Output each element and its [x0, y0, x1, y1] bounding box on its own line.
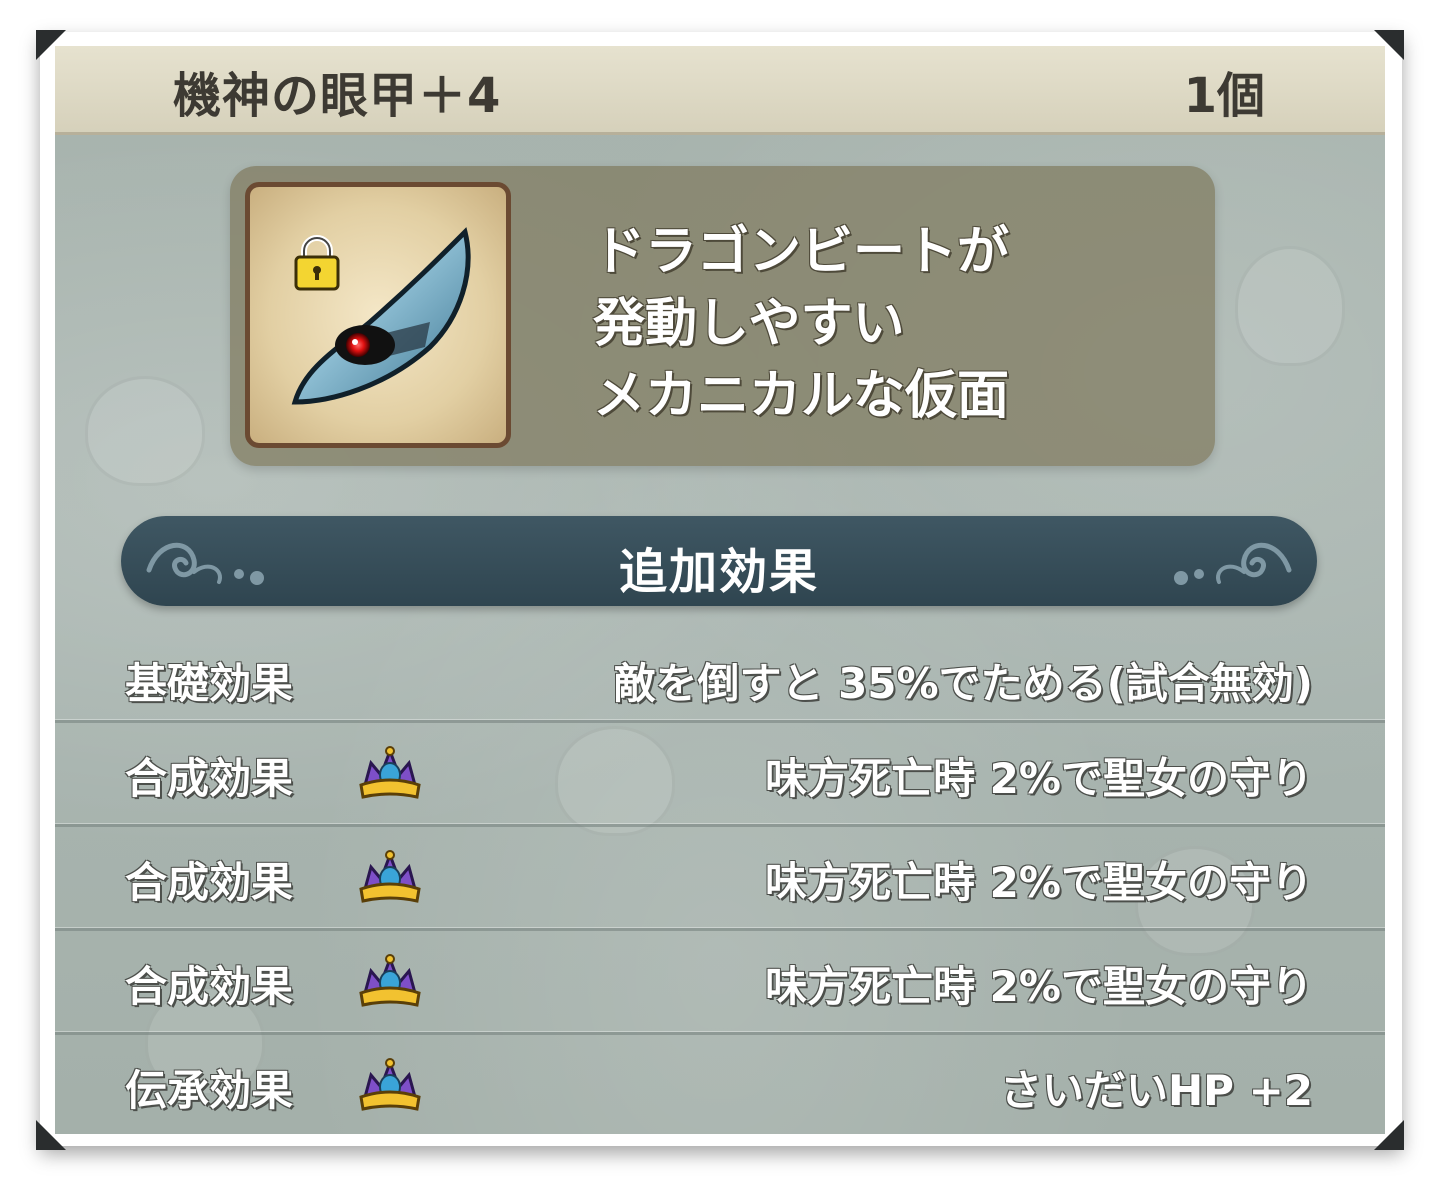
effect-row-synthesis: 合成効果 味方死亡時 2%で聖女の守り	[55, 720, 1385, 823]
description-line: ドラゴンビートが	[593, 222, 1010, 282]
item-count: 1個	[1183, 68, 1265, 124]
effect-row-base: 基礎効果 敵を倒すと 35%でためる(試合無効)	[55, 628, 1385, 728]
effect-row-inheritance: 伝承効果 さいだいHP +2	[55, 1032, 1385, 1134]
additional-effects-header: 追加効果	[121, 516, 1317, 606]
description-line: 発動しやすい	[593, 294, 905, 354]
effect-value: さいだいHP +2	[1000, 1066, 1313, 1115]
effect-label: 基礎効果	[125, 659, 294, 708]
background-decoration	[85, 376, 205, 486]
crown-icon	[359, 746, 421, 799]
effect-value: 味方死亡時 2%で聖女の守り	[765, 858, 1313, 907]
crown-icon	[359, 1058, 421, 1111]
description-line: メカニカルな仮面	[593, 366, 1010, 426]
flourish-right-icon	[1174, 542, 1292, 585]
effect-label: 合成効果	[125, 754, 294, 803]
effect-row-synthesis: 合成効果 味方死亡時 2%で聖女の守り	[55, 824, 1385, 927]
section-title: 追加効果	[618, 544, 819, 600]
effect-label: 合成効果	[125, 962, 294, 1011]
lock-icon	[294, 235, 340, 291]
effect-value: 敵を倒すと 35%でためる(試合無効)	[613, 659, 1313, 708]
effect-value: 味方死亡時 2%で聖女の守り	[765, 754, 1313, 803]
effect-label: 伝承効果	[125, 1066, 294, 1115]
item-detail-panel: 機神の眼甲＋4 1個 ドラゴンビートが 発動しやすい メカニカルな仮面 追加効果…	[55, 46, 1385, 1134]
effect-value: 味方死亡時 2%で聖女の守り	[765, 962, 1313, 1011]
crown-icon	[359, 850, 421, 903]
item-icon-frame[interactable]	[245, 182, 511, 448]
crown-icon	[359, 954, 421, 1007]
item-description: ドラゴンビートが 発動しやすい メカニカルな仮面	[593, 216, 1009, 432]
item-name: 機神の眼甲＋4	[173, 68, 502, 124]
item-header: 機神の眼甲＋4 1個	[55, 46, 1385, 135]
effect-label: 合成効果	[125, 858, 294, 907]
effect-row-synthesis: 合成効果 味方死亡時 2%で聖女の守り	[55, 928, 1385, 1031]
background-decoration	[1235, 246, 1345, 366]
